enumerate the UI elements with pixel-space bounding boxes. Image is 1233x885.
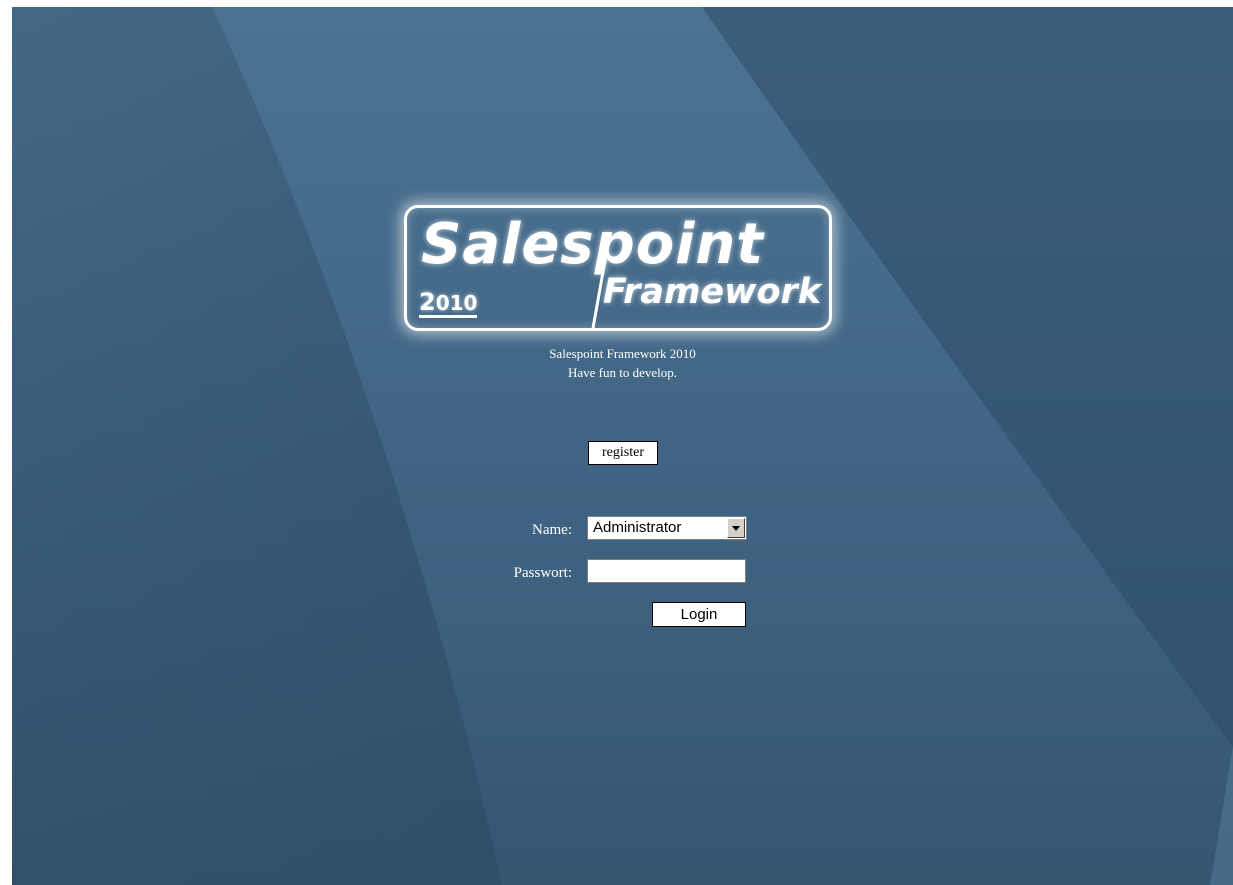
logo-year-rest: 010 — [435, 291, 478, 315]
logo-word-framework: Framework — [603, 272, 822, 312]
login-button[interactable]: Login — [652, 602, 746, 627]
name-select[interactable]: Administrator — [587, 516, 747, 540]
logo-year-first-digit: 2 — [419, 288, 436, 316]
register-button[interactable]: register — [588, 441, 658, 465]
name-select-value: Administrator — [593, 519, 682, 536]
salespoint-logo: Salespoint Framework 2010 — [404, 205, 832, 331]
intro-line-tagline: Have fun to develop. — [567, 365, 678, 380]
logo-year: 2010 — [419, 288, 478, 318]
dropdown-arrow-button[interactable] — [727, 518, 745, 538]
intro-line-title: Salespoint Framework 2010 — [549, 346, 696, 361]
chevron-down-icon — [732, 526, 740, 531]
password-input[interactable] — [587, 559, 746, 583]
login-screen: Salespoint Framework 2010 Salespoint Fra… — [12, 7, 1233, 885]
password-label: Passwort: — [513, 565, 572, 581]
name-label: Name: — [532, 522, 572, 538]
